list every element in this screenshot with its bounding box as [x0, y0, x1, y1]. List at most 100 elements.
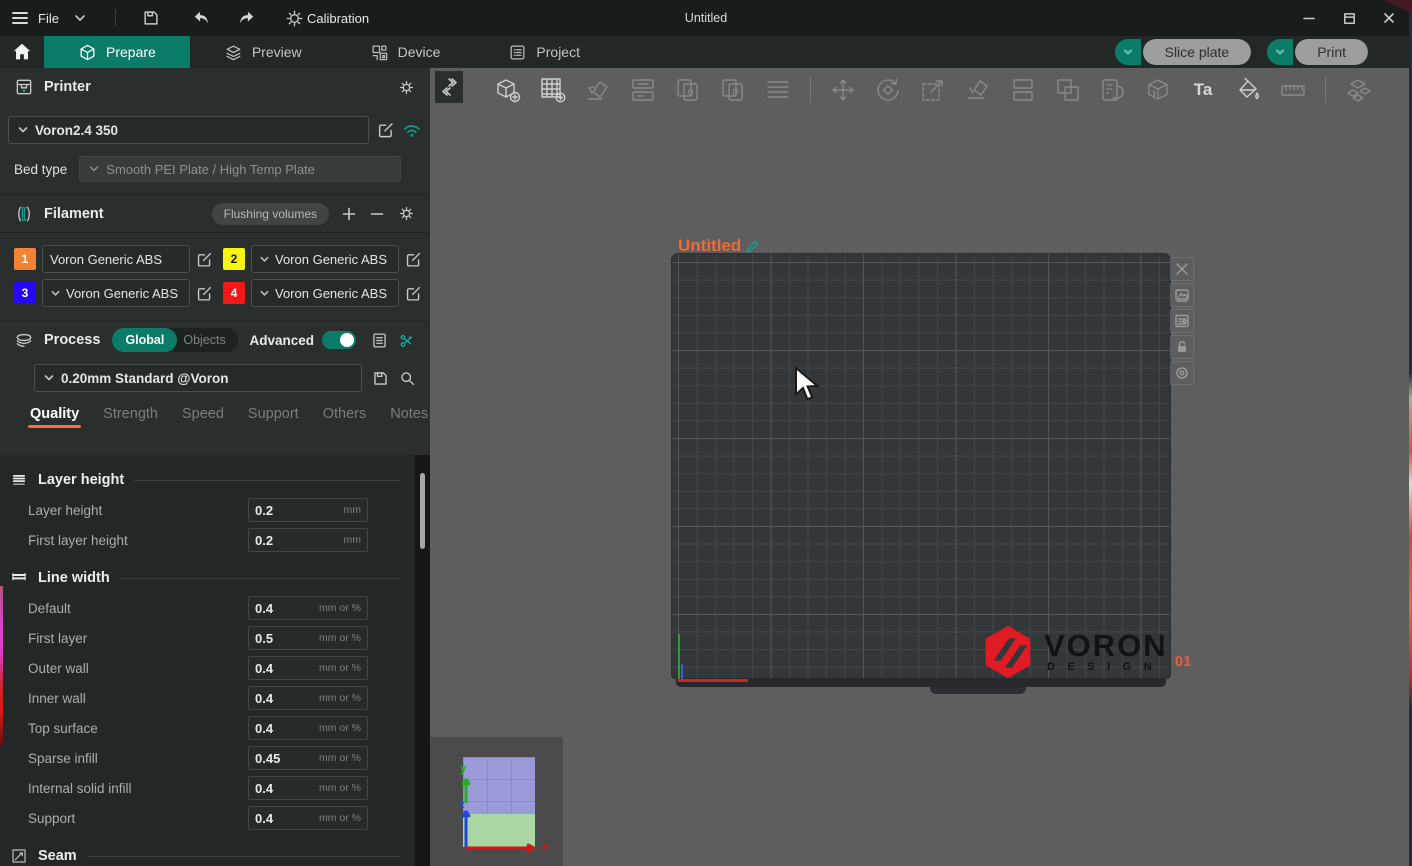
- layers-menu-icon[interactable]: [762, 74, 794, 106]
- arrange-plate-icon[interactable]: [1170, 283, 1194, 307]
- parameter-table-icon[interactable]: [370, 331, 389, 350]
- edit-printer-icon[interactable]: [377, 121, 395, 139]
- plate-name-icon[interactable]: [1170, 361, 1194, 385]
- slice-plate-button[interactable]: Slice plate: [1143, 39, 1252, 65]
- layer-height-input[interactable]: 0.2 mm: [248, 498, 368, 522]
- setting-value: 0.4: [255, 661, 273, 676]
- plate-title[interactable]: Untitled: [678, 236, 760, 256]
- measure-icon[interactable]: [1277, 74, 1309, 106]
- support-line-width-input[interactable]: 0.4 mm or %: [248, 806, 368, 830]
- add-filament-icon[interactable]: [341, 206, 357, 222]
- first-layer-line-width-input[interactable]: 0.5 mm or %: [248, 626, 368, 650]
- split-to-parts-icon[interactable]: [1052, 74, 1084, 106]
- edit-filament-1-icon[interactable]: [196, 251, 213, 268]
- print-button[interactable]: Print: [1295, 39, 1368, 65]
- move-icon[interactable]: [827, 74, 859, 106]
- first-layer-height-input[interactable]: 0.2 mm: [248, 528, 368, 552]
- filament-3-select[interactable]: Voron Generic ABS: [42, 279, 190, 307]
- calibration-button[interactable]: Calibration: [286, 10, 369, 27]
- tab-preview[interactable]: Preview: [190, 36, 336, 68]
- outer-wall-line-width-input[interactable]: 0.4 mm or %: [248, 656, 368, 680]
- split-to-objects-icon[interactable]: [1007, 74, 1039, 106]
- home-button[interactable]: [0, 36, 44, 68]
- process-scope-segmented: Global Objects: [112, 328, 237, 352]
- text-tool-icon[interactable]: Ta: [1187, 74, 1219, 106]
- tab-strength[interactable]: Strength: [91, 406, 170, 430]
- internal-solid-infill-line-width-input[interactable]: 0.4 mm or %: [248, 776, 368, 800]
- edit-filament-2-icon[interactable]: [405, 251, 422, 268]
- paste-icon[interactable]: P: [717, 74, 749, 106]
- search-settings-icon[interactable]: [399, 370, 416, 387]
- settings-scrollbar-track[interactable]: [415, 455, 430, 866]
- lay-on-face-icon[interactable]: [962, 74, 994, 106]
- tab-project[interactable]: Project: [474, 36, 614, 68]
- tab-device[interactable]: Device: [336, 36, 475, 68]
- viewport-3d[interactable]: 0 P Ta: [430, 68, 1412, 866]
- wifi-connection-icon[interactable]: [402, 121, 422, 139]
- filament-2-select[interactable]: Voron Generic ABS: [251, 245, 399, 273]
- slice-options-button[interactable]: [1115, 39, 1141, 65]
- copy-icon[interactable]: 0: [672, 74, 704, 106]
- color-painting-icon[interactable]: [1232, 74, 1264, 106]
- tab-others[interactable]: Others: [311, 406, 379, 430]
- build-plate[interactable]: [672, 254, 1170, 678]
- save-preset-icon[interactable]: [372, 370, 389, 387]
- setting-row-inner-wall: Inner wall 0.4 mm or %: [0, 683, 415, 713]
- mesh-boolean-icon[interactable]: [1097, 74, 1129, 106]
- settings-scrollbar-thumb[interactable]: [420, 473, 425, 549]
- maximize-button[interactable]: [1332, 4, 1366, 32]
- inner-wall-line-width-input[interactable]: 0.4 mm or %: [248, 686, 368, 710]
- save-button[interactable]: [136, 5, 166, 31]
- sidebar-collapse-button[interactable]: [435, 71, 463, 103]
- arrange-icon[interactable]: [627, 74, 659, 106]
- process-preset-select[interactable]: 0.20mm Standard @Voron: [34, 364, 362, 392]
- filament-1-color-swatch[interactable]: 1: [14, 248, 36, 270]
- remove-filament-icon[interactable]: [369, 206, 385, 222]
- object-process-settings-icon[interactable]: [397, 331, 416, 350]
- preview-axis-x-label: x: [542, 840, 548, 852]
- file-menu-chevron[interactable]: [65, 5, 95, 31]
- rotate-icon[interactable]: [872, 74, 904, 106]
- plate-settings-icon[interactable]: [1170, 309, 1194, 333]
- top-surface-line-width-input[interactable]: 0.4 mm or %: [248, 716, 368, 740]
- printer-preset-select[interactable]: Voron2.4 350: [8, 116, 369, 144]
- rename-plate-pencil-icon[interactable]: [745, 239, 760, 254]
- printer-settings-gear-icon[interactable]: [397, 78, 416, 97]
- variable-layer-height-icon[interactable]: [1142, 74, 1174, 106]
- scope-global-button[interactable]: Global: [112, 328, 177, 352]
- tab-support[interactable]: Support: [236, 406, 311, 430]
- setting-unit: mm or %: [319, 692, 361, 704]
- print-options-button[interactable]: [1267, 39, 1293, 65]
- tab-prepare[interactable]: Prepare: [44, 36, 190, 68]
- scale-icon[interactable]: [917, 74, 949, 106]
- filament-2-color-swatch[interactable]: 2: [223, 248, 245, 270]
- mouse-cursor: [793, 366, 821, 404]
- default-line-width-input[interactable]: 0.4 mm or %: [248, 596, 368, 620]
- tab-notes[interactable]: Notes: [378, 406, 440, 430]
- lock-plate-icon[interactable]: [1170, 335, 1194, 359]
- auto-orient-icon[interactable]: [582, 74, 614, 106]
- add-object-icon[interactable]: [492, 74, 524, 106]
- advanced-toggle[interactable]: [322, 331, 356, 349]
- printer-preset-value: Voron2.4 350: [35, 123, 118, 138]
- filament-settings-gear-icon[interactable]: [397, 204, 416, 223]
- tab-speed[interactable]: Speed: [170, 406, 236, 430]
- sparse-infill-line-width-input[interactable]: 0.45 mm or %: [248, 746, 368, 770]
- filament-4-color-swatch[interactable]: 4: [223, 282, 245, 304]
- edit-filament-3-icon[interactable]: [196, 285, 213, 302]
- assembly-view-icon[interactable]: [1342, 74, 1374, 106]
- delete-plate-icon[interactable]: [1170, 257, 1194, 281]
- minimize-button[interactable]: [1292, 4, 1326, 32]
- filament-3-color-swatch[interactable]: 3: [14, 282, 36, 304]
- add-plate-icon[interactable]: [537, 74, 569, 106]
- bed-type-select[interactable]: Smooth PEI Plate / High Temp Plate: [79, 156, 401, 182]
- flushing-volumes-button[interactable]: Flushing volumes: [212, 203, 329, 225]
- file-menu[interactable]: File: [12, 11, 59, 26]
- tab-quality[interactable]: Quality: [18, 406, 91, 430]
- scope-objects-button[interactable]: Objects: [177, 333, 237, 347]
- redo-button[interactable]: [232, 5, 262, 31]
- filament-4-select[interactable]: Voron Generic ABS: [251, 279, 399, 307]
- filament-1-select[interactable]: Voron Generic ABS: [42, 245, 190, 273]
- undo-button[interactable]: [186, 5, 216, 31]
- edit-filament-4-icon[interactable]: [405, 285, 422, 302]
